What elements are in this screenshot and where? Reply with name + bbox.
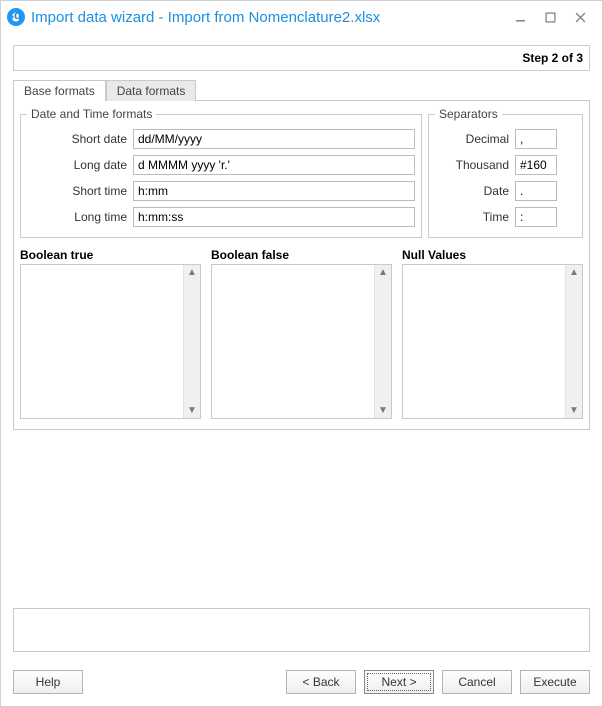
cancel-button[interactable]: Cancel [442,670,512,694]
group-datetime-legend: Date and Time formats [27,107,156,121]
decimal-label: Decimal [435,132,515,146]
svg-text:sql: sql [11,12,21,22]
chevron-down-icon[interactable]: ▼ [378,403,388,418]
execute-button[interactable]: Execute [520,670,590,694]
title-bar: sql Import data wizard - Import from Nom… [1,1,602,33]
scrollbar[interactable]: ▲ ▼ [374,265,391,418]
tab-page-base-formats: Date and Time formats Short date Long da… [13,100,590,430]
short-date-label: Short date [27,132,133,146]
group-separators-legend: Separators [435,107,502,121]
window-title: Import data wizard - Import from Nomencl… [31,9,510,26]
window-controls [510,7,596,27]
short-time-input[interactable] [133,181,415,201]
short-date-input[interactable] [133,129,415,149]
next-button[interactable]: Next > [364,670,434,694]
tab-data-formats[interactable]: Data formats [106,80,197,101]
maximize-icon[interactable] [540,7,560,27]
tab-strip: Base formats Data formats [13,79,590,100]
tab-base-formats[interactable]: Base formats [13,80,106,101]
message-area [13,608,590,652]
step-label: Step 2 of 3 [522,51,583,65]
boolean-false-list[interactable]: ▲ ▼ [211,264,392,419]
time-sep-label: Time [435,210,515,224]
chevron-up-icon[interactable]: ▲ [569,265,579,280]
long-date-input[interactable] [133,155,415,175]
help-button[interactable]: Help [13,670,83,694]
scrollbar[interactable]: ▲ ▼ [565,265,582,418]
button-bar: Help < Back Next > Cancel Execute [13,670,590,694]
app-icon: sql [7,8,25,26]
boolean-false-header: Boolean false [211,248,392,262]
value-lists-row: Boolean true ▲ ▼ Boolean false [20,248,583,419]
boolean-true-column: Boolean true ▲ ▼ [20,248,201,419]
tab-control: Base formats Data formats Date and Time … [13,79,590,430]
dialog-window: sql Import data wizard - Import from Nom… [0,0,603,707]
thousand-label: Thousand [435,158,515,172]
long-time-input[interactable] [133,207,415,227]
scrollbar[interactable]: ▲ ▼ [183,265,200,418]
step-indicator: Step 2 of 3 [13,45,590,71]
group-separators: Separators Decimal Thousand Date [428,107,583,238]
chevron-up-icon[interactable]: ▲ [378,265,388,280]
date-sep-label: Date [435,184,515,198]
long-time-label: Long time [27,210,133,224]
chevron-down-icon[interactable]: ▼ [569,403,579,418]
null-values-column: Null Values ▲ ▼ [402,248,583,419]
chevron-down-icon[interactable]: ▼ [187,403,197,418]
null-values-list[interactable]: ▲ ▼ [402,264,583,419]
null-values-header: Null Values [402,248,583,262]
chevron-up-icon[interactable]: ▲ [187,265,197,280]
boolean-true-header: Boolean true [20,248,201,262]
short-time-label: Short time [27,184,133,198]
minimize-icon[interactable] [510,7,530,27]
group-datetime-formats: Date and Time formats Short date Long da… [20,107,422,238]
thousand-input[interactable] [515,155,557,175]
back-button[interactable]: < Back [286,670,356,694]
decimal-input[interactable] [515,129,557,149]
long-date-label: Long date [27,158,133,172]
client-area: Step 2 of 3 Base formats Data formats Da… [1,33,602,706]
date-sep-input[interactable] [515,181,557,201]
boolean-true-list[interactable]: ▲ ▼ [20,264,201,419]
close-icon[interactable] [570,7,590,27]
boolean-false-column: Boolean false ▲ ▼ [211,248,392,419]
time-sep-input[interactable] [515,207,557,227]
